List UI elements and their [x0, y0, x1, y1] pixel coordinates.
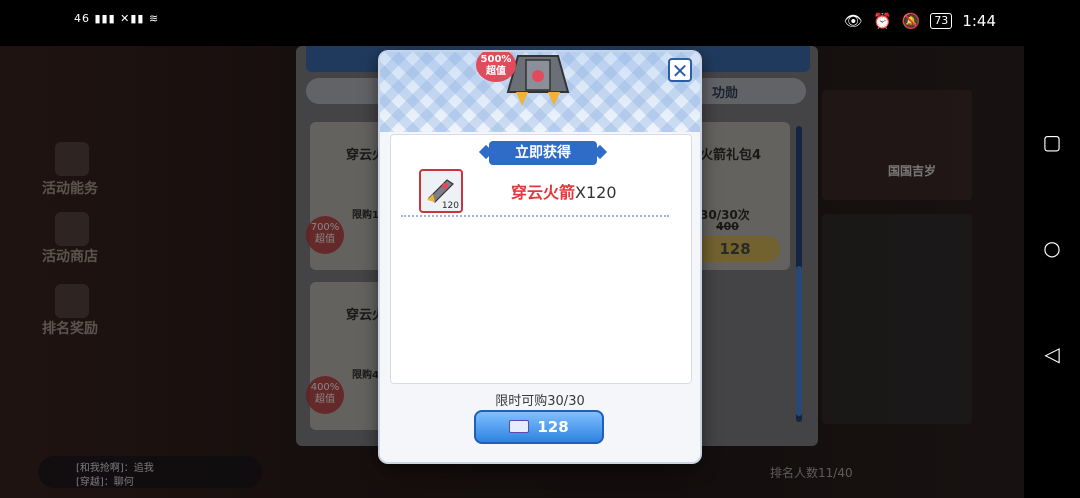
- system-nav-bar: ▢ ○ ◁: [1024, 46, 1080, 498]
- mute-icon: 🔕: [901, 12, 921, 30]
- reward-content: 立即获得 120 穿云火箭X120: [390, 134, 692, 384]
- reward-item-icon[interactable]: 120: [419, 169, 463, 213]
- reward-item-name: 穿云火箭: [511, 183, 576, 202]
- back-button[interactable]: ◁: [1040, 342, 1064, 366]
- status-right: 👁 ⏰ 🔕 73 1:44: [844, 12, 996, 30]
- battery-icon: 73: [930, 13, 953, 29]
- purchase-result-dialog: 500% 超值 ✕ 立即获得 120 穿云火箭X120 限时可购30/30 12…: [380, 52, 700, 462]
- alarm-icon: ⏰: [872, 12, 892, 30]
- reward-item-label: 穿云火箭X120: [511, 179, 617, 203]
- close-button[interactable]: ✕: [668, 58, 692, 82]
- coupon-icon: [509, 420, 530, 433]
- home-button[interactable]: ○: [1040, 236, 1064, 260]
- eye-icon: 👁: [843, 12, 863, 30]
- reward-item-qty: 120: [441, 201, 459, 211]
- dotted-divider: [401, 215, 669, 217]
- rocket-item-icon: [427, 179, 454, 203]
- status-bar: 46 ▮▮▮ ✕▮▮ ≋ 👁 ⏰ 🔕 73 1:44: [0, 0, 1080, 46]
- purchase-limit-text: 限时可购30/30: [495, 394, 585, 409]
- buy-price: 128: [537, 418, 569, 436]
- signal-indicator: 46 ▮▮▮ ✕▮▮ ≋: [74, 12, 160, 25]
- recent-apps-button[interactable]: ▢: [1040, 130, 1064, 154]
- clock: 1:44: [962, 12, 996, 30]
- reward-item-count: X120: [575, 183, 617, 202]
- reward-ribbon: 立即获得: [489, 141, 597, 165]
- buy-button[interactable]: 128: [474, 410, 604, 444]
